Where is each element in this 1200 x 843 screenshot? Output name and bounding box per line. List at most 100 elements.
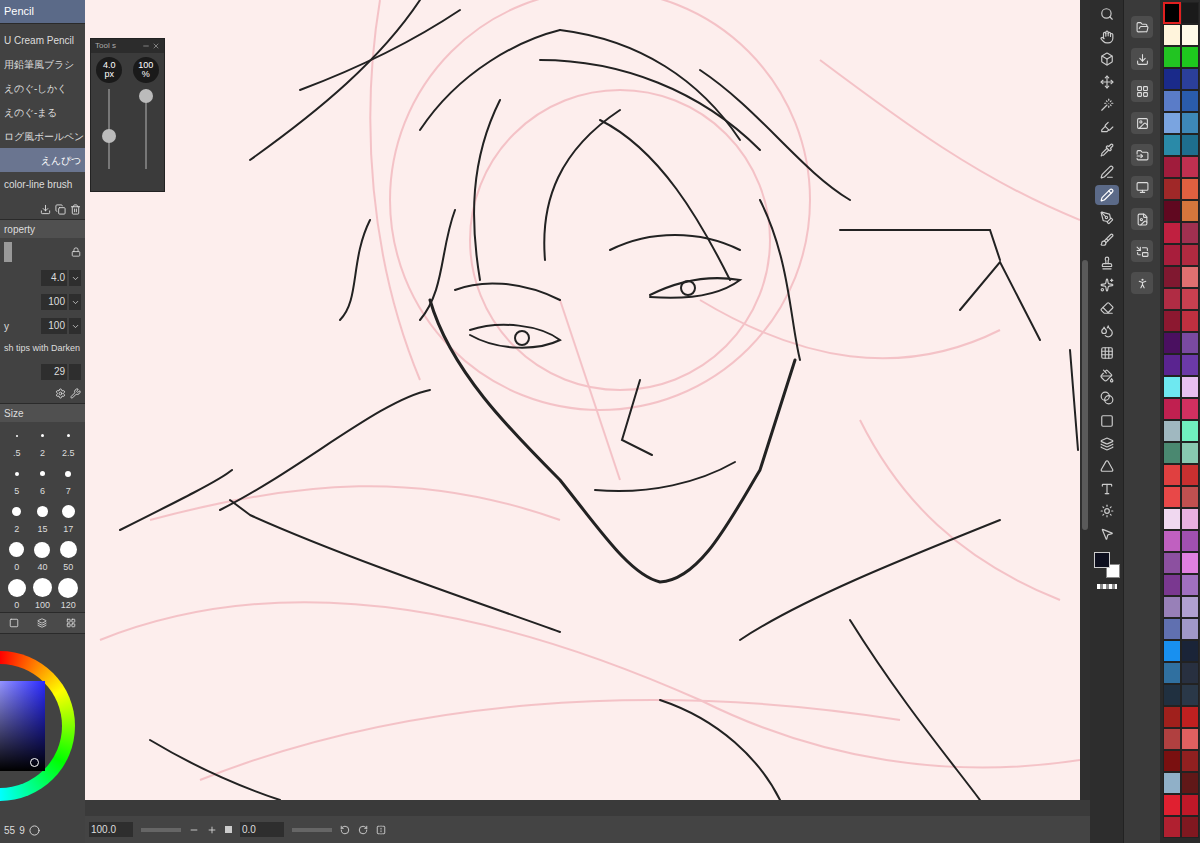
zoom-out-icon[interactable] [189, 825, 199, 835]
color-swatch[interactable] [1163, 332, 1181, 354]
slider-thumb[interactable] [139, 89, 153, 103]
angle-slider[interactable] [292, 828, 332, 832]
tool-button[interactable] [1095, 49, 1119, 70]
color-swatch[interactable] [1181, 486, 1199, 508]
circle-icon[interactable] [29, 825, 40, 836]
panel-button[interactable] [1131, 112, 1153, 134]
brush-size-item[interactable]: 7 [55, 460, 81, 498]
color-swatch[interactable] [1163, 816, 1181, 838]
value-box[interactable]: 4.0 [41, 270, 67, 286]
download-icon[interactable] [40, 204, 51, 215]
spin-button[interactable] [69, 364, 81, 380]
color-swatch[interactable] [1163, 486, 1181, 508]
color-swatch[interactable] [1163, 750, 1181, 772]
brush-size-item[interactable]: 100 [30, 574, 56, 612]
panel-button[interactable] [1131, 240, 1153, 262]
trash-icon[interactable] [70, 204, 81, 215]
color-swatch[interactable] [1181, 266, 1199, 288]
brush-item[interactable]: えのぐ-しかく [0, 76, 85, 100]
tool-button[interactable] [1095, 433, 1119, 454]
tool-button[interactable] [1095, 320, 1119, 341]
settings-icon[interactable] [55, 388, 66, 399]
value-box[interactable]: 100 [41, 294, 67, 310]
color-swatch[interactable] [1181, 618, 1199, 640]
tool-button[interactable] [1095, 275, 1119, 296]
color-swatch[interactable] [1181, 24, 1199, 46]
color-wheel[interactable] [0, 651, 75, 801]
brush-size-item[interactable]: 15 [30, 498, 56, 536]
color-swatch[interactable] [1163, 90, 1181, 112]
brush-item[interactable]: color-line brush [0, 172, 85, 196]
brush-size-item[interactable]: 120 [55, 574, 81, 612]
tool-button[interactable] [1095, 388, 1119, 409]
color-swatch[interactable] [1163, 354, 1181, 376]
color-swatch[interactable] [1181, 750, 1199, 772]
dropdown-button[interactable] [69, 318, 81, 334]
color-swatch[interactable] [1163, 574, 1181, 596]
color-swatch[interactable] [1163, 662, 1181, 684]
color-swatch[interactable] [1163, 420, 1181, 442]
color-swatch[interactable] [1163, 112, 1181, 134]
color-swatch[interactable] [1181, 200, 1199, 222]
color-swatch[interactable] [1163, 552, 1181, 574]
sub-tool-tab[interactable]: Pencil [0, 0, 85, 24]
color-swatch[interactable] [1163, 640, 1181, 662]
square-icon[interactable] [9, 618, 19, 628]
lock-icon[interactable] [71, 247, 81, 257]
wrench-icon[interactable] [70, 388, 81, 399]
tool-button[interactable] [1095, 27, 1119, 48]
tool-button[interactable] [1095, 524, 1119, 545]
brush-item[interactable]: U Cream Pencil [0, 28, 85, 52]
brush-item[interactable]: 用鉛筆風ブラシ [0, 52, 85, 76]
color-swatch[interactable] [1181, 244, 1199, 266]
opacity-slider[interactable] [141, 89, 151, 169]
brush-size-item[interactable]: 40 [30, 536, 56, 574]
color-swatch[interactable] [1181, 310, 1199, 332]
tool-button[interactable] [1095, 185, 1119, 206]
color-swatch[interactable] [1163, 596, 1181, 618]
tool-button[interactable] [1095, 94, 1119, 115]
color-swatch[interactable] [1181, 706, 1199, 728]
tool-button[interactable] [1095, 140, 1119, 161]
color-swatch[interactable] [1181, 530, 1199, 552]
color-swatch[interactable] [1181, 596, 1199, 618]
dropdown-button[interactable] [69, 270, 81, 286]
panel-button[interactable] [1131, 80, 1153, 102]
vertical-scrollbar[interactable] [1080, 0, 1090, 800]
brush-size-item[interactable]: 0 [4, 536, 30, 574]
color-swatch[interactable] [1163, 684, 1181, 706]
color-indicator[interactable] [1094, 552, 1120, 578]
tool-button[interactable] [1095, 117, 1119, 138]
rotate-left-icon[interactable] [340, 825, 350, 835]
main-color[interactable] [1094, 552, 1110, 568]
color-swatch[interactable] [1163, 46, 1181, 68]
color-swatch[interactable] [1163, 728, 1181, 750]
tool-button[interactable] [1095, 411, 1119, 432]
color-swatch[interactable] [1163, 68, 1181, 90]
zoom-in-icon[interactable] [207, 825, 217, 835]
panel-button[interactable] [1131, 144, 1153, 166]
horizontal-scrollbar[interactable] [85, 800, 1125, 816]
color-swatch[interactable] [1181, 112, 1199, 134]
panel-button[interactable] [1131, 176, 1153, 198]
brush-size-item[interactable]: 5 [4, 460, 30, 498]
panel-button[interactable] [1131, 16, 1153, 38]
brush-size-item[interactable]: 17 [55, 498, 81, 536]
color-swatch[interactable] [1181, 662, 1199, 684]
color-swatch[interactable] [1181, 728, 1199, 750]
color-swatch[interactable] [1163, 618, 1181, 640]
color-swatch[interactable] [1181, 156, 1199, 178]
flip-icon[interactable] [376, 825, 386, 835]
color-swatch[interactable] [1181, 134, 1199, 156]
dropdown-button[interactable] [69, 294, 81, 310]
brush-size-item[interactable]: 6 [30, 460, 56, 498]
color-swatch[interactable] [1163, 134, 1181, 156]
brush-size-item[interactable]: 0 [4, 574, 30, 612]
canvas[interactable]: Tool s4.0px100% [85, 0, 1080, 800]
tool-button[interactable] [1095, 366, 1119, 387]
fit-icon[interactable] [225, 826, 232, 833]
copy-icon[interactable] [55, 204, 66, 215]
minimize-icon[interactable] [142, 42, 150, 50]
color-swatch[interactable] [1181, 684, 1199, 706]
layers-icon[interactable] [37, 618, 47, 628]
